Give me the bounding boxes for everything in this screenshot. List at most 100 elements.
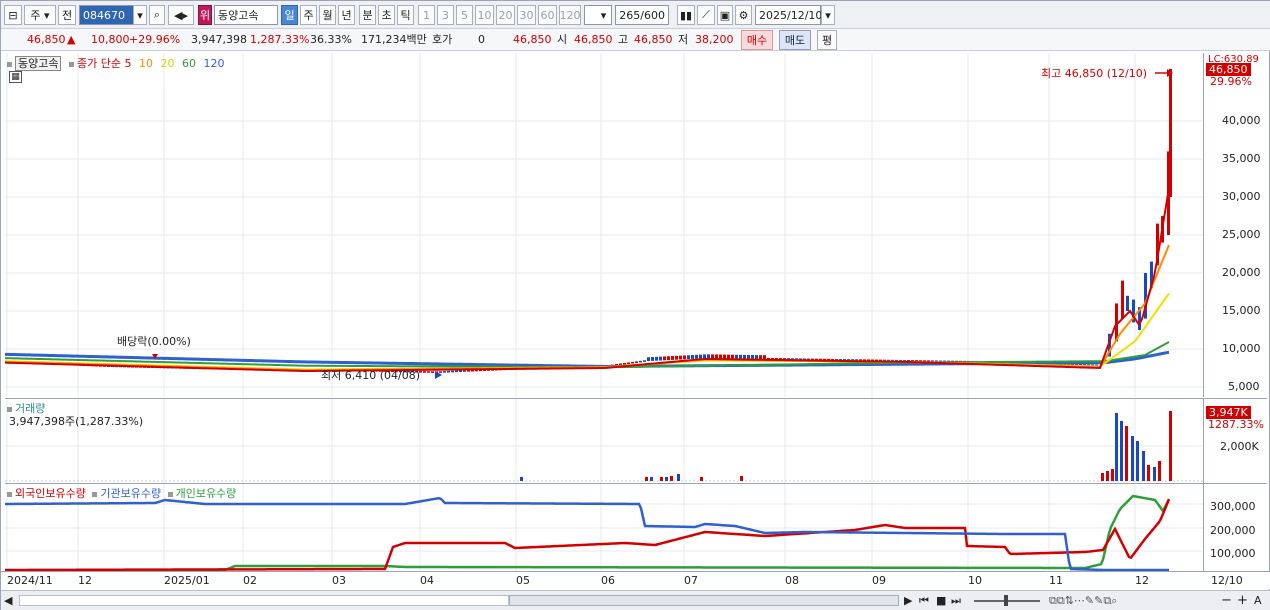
stock-name-field[interactable]: 동양고속	[214, 5, 278, 25]
data-count-field[interactable]: 265/600	[615, 5, 669, 25]
chart-scrollbar[interactable]: ◀ ▶ ⏮ ■ ⏭ ⧉⧉⇅⋯✎✎⧉⌕ − + A	[1, 590, 1270, 610]
price-candle	[687, 355, 690, 360]
period-week[interactable]: 주	[300, 5, 317, 25]
x-tick: 2025/01	[164, 574, 210, 587]
candle-type-icon[interactable]: ▮▮	[677, 5, 695, 25]
volume-bar	[670, 476, 673, 481]
period-year[interactable]: 년	[338, 5, 355, 25]
buy-button[interactable]: 매수	[741, 30, 773, 50]
price-candle	[719, 354, 722, 359]
y-tick: 40,000	[1222, 114, 1261, 127]
price-candle	[703, 354, 706, 359]
institution-holdings-line	[5, 496, 1169, 572]
minute-5[interactable]: 5	[456, 5, 473, 25]
holdings-y-tick: 300,000	[1210, 500, 1256, 513]
settings-gear-icon[interactable]: ⚙	[735, 5, 752, 25]
volume-bar	[1101, 473, 1104, 481]
minute-30[interactable]: 30	[517, 5, 536, 25]
search-icon[interactable]: ⌕	[149, 5, 165, 25]
scroll-thumb[interactable]	[509, 595, 899, 606]
price-candle	[731, 354, 734, 359]
price-candle	[763, 355, 766, 360]
period-tick[interactable]: 틱	[397, 5, 414, 25]
stock-tag[interactable]: 동양고속	[15, 56, 62, 71]
custom-period-dropdown-icon[interactable]: ▾	[597, 5, 610, 25]
x-tick: 11	[1049, 574, 1063, 587]
forward-icon[interactable]: ⏭	[951, 594, 961, 608]
zoom-in-icon[interactable]: +	[1237, 593, 1248, 608]
price-legend: 동양고속 종가 단순 5 10 20 60 120	[7, 55, 224, 71]
price-candle	[443, 371, 446, 373]
volume-bar	[660, 477, 663, 481]
volume-bar	[1142, 451, 1145, 481]
volume-chart-panel[interactable]: 거래량 3,947,398주(1,287.33%)	[5, 398, 1203, 484]
minute-120[interactable]: 120	[559, 5, 581, 25]
chart-tools-icon[interactable]: ⧉⧉⇅⋯✎✎⧉⌕	[1049, 594, 1117, 608]
flat-button[interactable]: 평	[817, 30, 837, 50]
volume-bar	[1120, 421, 1123, 481]
scroll-left-icon[interactable]: ◀	[4, 594, 12, 607]
price-candle	[463, 370, 466, 372]
zoom-slider-handle[interactable]	[1004, 595, 1008, 606]
period-month[interactable]: 월	[319, 5, 336, 25]
price-candle	[683, 355, 686, 360]
date-field[interactable]: 2025/12/10	[755, 5, 822, 25]
ma10-label: 10	[138, 57, 153, 70]
warning-badge: 위	[198, 5, 212, 25]
calendar-dropdown-icon[interactable]: ▾	[821, 5, 835, 25]
stop-icon[interactable]: ■	[936, 594, 946, 607]
code-dropdown-icon[interactable]: ▾	[133, 5, 147, 25]
y-tick: 5,000	[1228, 380, 1260, 393]
price-chart-panel[interactable]: 동양고속 종가 단순 5 10 20 60 120 ▦ 최고 46,850 (1…	[5, 53, 1203, 397]
volume-bar	[740, 476, 743, 481]
minute-60[interactable]: 60	[538, 5, 557, 25]
y-tick: 30,000	[1222, 190, 1261, 203]
price-candle	[747, 354, 750, 359]
legend-square-icon	[92, 491, 98, 497]
table-view-icon[interactable]: ▦	[9, 71, 22, 83]
x-tick: 2024/11	[7, 574, 53, 587]
high-label: 고	[618, 33, 629, 46]
line-tool-icon[interactable]: ⟋	[697, 5, 715, 25]
holdings-chart-panel[interactable]: 외국인보유수량 기관보유수량 개인보유수량	[5, 483, 1203, 572]
font-size-icon[interactable]: A	[1254, 594, 1262, 607]
minute-3[interactable]: 3	[437, 5, 454, 25]
price-candle	[447, 370, 450, 373]
scroll-track[interactable]	[19, 595, 509, 606]
price-candle	[459, 370, 462, 373]
stock-code-input[interactable]: 084670	[79, 5, 137, 25]
speaker-icon[interactable]: ◀▸	[168, 5, 194, 25]
rewind-icon[interactable]: ⏮	[919, 594, 929, 608]
minute-10[interactable]: 10	[475, 5, 494, 25]
period-day[interactable]: 일	[281, 5, 298, 25]
minute-20[interactable]: 20	[496, 5, 515, 25]
price-candle	[423, 371, 426, 373]
institution-holdings-label[interactable]: 기관보유수량	[100, 487, 161, 500]
save-icon[interactable]: ▣	[717, 5, 733, 25]
individual-holdings-label[interactable]: 개인보유수량	[176, 487, 237, 500]
x-tick: 04	[420, 574, 434, 587]
holdings-y-tick: 100,000	[1210, 547, 1256, 560]
price-candle	[751, 355, 754, 359]
foreign-holdings-label[interactable]: 외국인보유수량	[15, 487, 86, 500]
sell-button[interactable]: 매도	[779, 30, 811, 50]
window-menu-icon[interactable]: ⊟	[4, 5, 22, 25]
market-select[interactable]: 주 ▾	[24, 5, 56, 25]
x-tick: 07	[684, 574, 698, 587]
ma-title[interactable]: 종가 단순	[77, 57, 121, 70]
price-candle	[651, 357, 654, 361]
low-price: 38,200	[695, 33, 734, 46]
volume-pct-tag: 1287.33%	[1208, 418, 1264, 431]
prev-button[interactable]: 전	[58, 5, 76, 25]
hoga-label: 호가	[432, 33, 453, 46]
volume-ratio: 1,287.33%	[250, 33, 310, 46]
x-tick: 06	[601, 574, 615, 587]
play-icon[interactable]: ▶	[904, 594, 912, 607]
price-candle	[643, 360, 646, 362]
period-minute[interactable]: 분	[359, 5, 376, 25]
price-candle	[1169, 68, 1172, 197]
period-second[interactable]: 초	[378, 5, 395, 25]
minute-1[interactable]: 1	[418, 5, 435, 25]
x-tick: 03	[332, 574, 346, 587]
zoom-out-icon[interactable]: −	[1221, 593, 1232, 608]
